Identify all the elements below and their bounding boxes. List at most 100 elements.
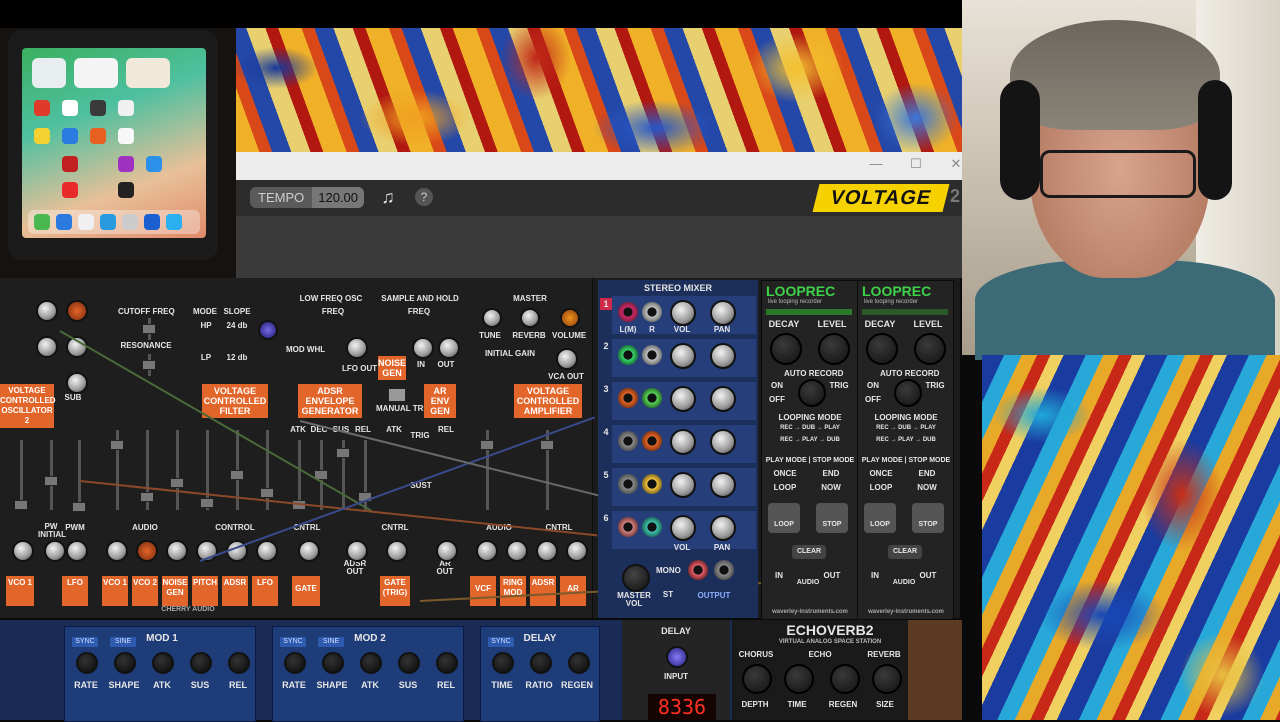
master-vol-knob[interactable] [622, 564, 650, 592]
pan-knob[interactable] [710, 343, 736, 369]
adsr-out-jack[interactable] [346, 540, 368, 562]
reverb-size-knob[interactable] [872, 664, 902, 694]
output-jack-left[interactable] [688, 560, 708, 580]
level-knob[interactable] [914, 333, 946, 365]
sus-knob[interactable] [190, 652, 212, 674]
input-jack[interactable] [642, 302, 662, 322]
mod2-sync-button[interactable]: SYNC [280, 637, 306, 647]
chorus-knob[interactable] [742, 664, 772, 694]
vcf-fader-handle[interactable] [170, 478, 184, 488]
source-button[interactable]: VCO 1 [102, 576, 128, 606]
vol-knob[interactable] [670, 515, 696, 541]
clear-button[interactable]: CLEAR [792, 545, 826, 559]
vco-fader[interactable] [78, 440, 81, 510]
shape-knob[interactable] [322, 652, 344, 674]
now-option[interactable]: NOW [818, 483, 844, 492]
end-option[interactable]: END [914, 469, 940, 478]
vcf-fader[interactable] [176, 430, 179, 510]
source-button[interactable]: VCO 2 [132, 576, 158, 606]
vcf-fader-handle[interactable] [110, 440, 124, 450]
input-knob[interactable] [506, 540, 528, 562]
sus-knob[interactable] [398, 652, 420, 674]
shape-knob[interactable] [114, 652, 136, 674]
source-button[interactable]: NOISE GEN [162, 576, 188, 606]
vcf-fader-handle[interactable] [260, 488, 274, 498]
mod1-sync-button[interactable]: SYNC [72, 637, 98, 647]
input-knob[interactable] [298, 540, 320, 562]
input-jack[interactable] [642, 388, 662, 408]
source-button[interactable]: VCF [470, 576, 496, 606]
slope-knob[interactable] [258, 320, 278, 340]
loop-option[interactable]: LOOP [772, 483, 798, 492]
mode-option[interactable]: REC → DUB → PLAY [766, 425, 854, 431]
midi-keyboard-icon[interactable]: ♫ [376, 186, 400, 208]
tempo-value[interactable]: 120.00 [312, 187, 364, 208]
input-jack[interactable] [618, 302, 638, 322]
once-option[interactable]: ONCE [868, 469, 894, 478]
input-jack[interactable] [618, 345, 638, 365]
source-button[interactable]: GATE (TRIG) [380, 576, 410, 606]
tempo-control[interactable]: TEMPO 120.00 [250, 187, 364, 208]
vol-knob[interactable] [670, 429, 696, 455]
regen-knob[interactable] [568, 652, 590, 674]
input-jack[interactable] [618, 431, 638, 451]
auto-record-knob[interactable] [894, 379, 922, 407]
vco-fader-handle[interactable] [44, 476, 58, 486]
mode-option[interactable]: REC → PLAY → DUB [862, 437, 950, 443]
vca-out-knob[interactable] [556, 348, 578, 370]
sh-out-knob[interactable] [438, 337, 460, 359]
cutoff-fader-handle[interactable] [142, 324, 156, 334]
vol-knob[interactable] [670, 386, 696, 412]
pan-knob[interactable] [710, 472, 736, 498]
source-button[interactable]: LFO [62, 576, 88, 606]
end-option[interactable]: END [818, 469, 844, 478]
sub-knob[interactable] [66, 372, 88, 394]
mod1-sine-button[interactable]: SINE [110, 637, 136, 647]
rel-knob[interactable] [228, 652, 250, 674]
rate-knob[interactable] [76, 652, 98, 674]
vco-fader-handle[interactable] [14, 500, 28, 510]
input-knob[interactable] [44, 540, 66, 562]
now-option[interactable]: NOW [914, 483, 940, 492]
echo-time-knob[interactable] [784, 664, 814, 694]
once-option[interactable]: ONCE [772, 469, 798, 478]
input-jack[interactable] [618, 517, 638, 537]
input-jack[interactable] [618, 388, 638, 408]
atk-knob[interactable] [152, 652, 174, 674]
mode-option[interactable]: REC → PLAY → DUB [766, 437, 854, 443]
vol-knob[interactable] [670, 300, 696, 326]
source-button[interactable]: RING MOD [500, 576, 526, 606]
source-button[interactable]: VCO 1 [6, 576, 34, 606]
vco-fader-handle[interactable] [72, 502, 86, 512]
pan-knob[interactable] [710, 300, 736, 326]
vca-fader-handle[interactable] [480, 440, 494, 450]
input-knob[interactable] [136, 540, 158, 562]
resonance-fader-handle[interactable] [142, 360, 156, 370]
mode-option[interactable]: REC → DUB → PLAY [862, 425, 950, 431]
vcf-fader-handle[interactable] [140, 492, 154, 502]
delay-sync-button[interactable]: SYNC [488, 637, 514, 647]
close-icon[interactable]: ✕ [946, 154, 966, 174]
input-knob[interactable] [66, 540, 88, 562]
sh-in-knob[interactable] [412, 337, 434, 359]
input-jack[interactable] [642, 345, 662, 365]
vco-fader[interactable] [50, 440, 53, 510]
stop-button[interactable]: STOP [912, 503, 944, 533]
pan-knob[interactable] [710, 386, 736, 412]
osc-knob[interactable] [36, 336, 58, 358]
level-knob[interactable] [818, 333, 850, 365]
volume-knob[interactable] [560, 308, 580, 328]
osc-knob[interactable] [36, 300, 58, 322]
mod2-sine-button[interactable]: SINE [318, 637, 344, 647]
stop-button[interactable]: STOP [816, 503, 848, 533]
sustain-fader-handle[interactable] [336, 448, 350, 458]
input-knob[interactable] [386, 540, 408, 562]
pan-knob[interactable] [710, 515, 736, 541]
pan-knob[interactable] [710, 429, 736, 455]
manual-trig-button[interactable] [388, 388, 406, 402]
vca-fader-handle[interactable] [540, 440, 554, 450]
ratio-knob[interactable] [530, 652, 552, 674]
input-knob[interactable] [166, 540, 188, 562]
source-button[interactable]: ADSR [222, 576, 248, 606]
source-button[interactable]: LFO [252, 576, 278, 606]
